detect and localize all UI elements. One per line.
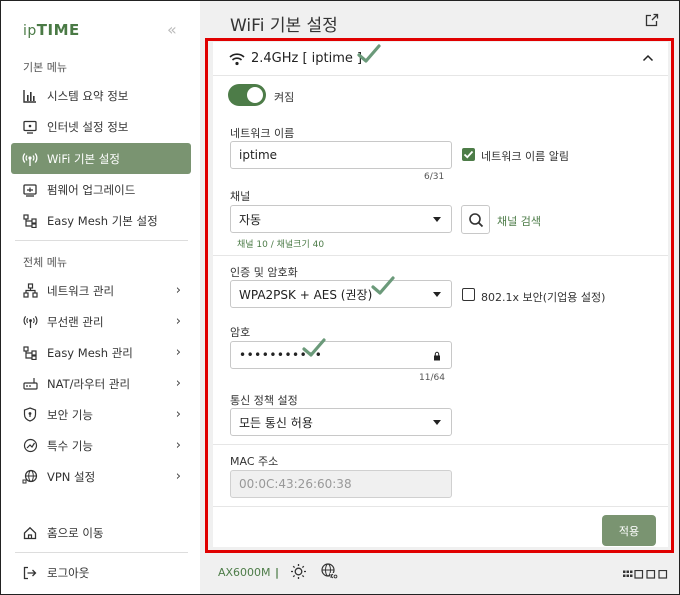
sidebar-item-label: NAT/라우터 관리 [47,376,131,391]
shield-icon [22,407,38,423]
sidebar-item-label: 홈으로 이동 [47,525,104,540]
sidebar: ipTIME « 기본 메뉴 시스템 요약 정보 인터넷 설정 정보 WiFi … [1,1,200,594]
sidebar-item-easymesh-basic[interactable]: Easy Mesh 기본 설정 [11,205,191,236]
chevron-right-icon: › [175,376,181,391]
sidebar-item-home[interactable]: 홈으로 이동 [11,517,191,548]
monitor-icon [22,119,38,135]
all-menu-label: 전체 메뉴 [23,256,67,269]
red-highlight-box [205,38,674,553]
collapse-sidebar-icon[interactable]: « [167,20,177,39]
sidebar-item-network[interactable]: 네트워크 관리 › [11,275,191,306]
sidebar-item-system-summary[interactable]: 시스템 요약 정보 [11,80,191,111]
sidebar-item-label: 무선랜 관리 [47,314,104,329]
firmware-icon [22,182,38,198]
chevron-right-icon: › [175,407,181,422]
sidebar-item-label: 보안 기능 [47,407,93,422]
sidebar-item-label: 시스템 요약 정보 [47,88,129,103]
sidebar-item-security[interactable]: 보안 기능 › [11,399,191,430]
chevron-right-icon: › [175,314,181,329]
sidebar-item-label: Easy Mesh 관리 [47,345,133,360]
special-icon [22,438,38,454]
main-content: WiFi 기본 설정 2.4GHz [ iptime ] 켜짐 네트워크 이름 … [200,1,679,594]
sidebar-item-wifi-basic[interactable]: WiFi 기본 설정 [11,143,191,174]
chevron-right-icon: › [175,469,181,484]
basic-menu-label: 기본 메뉴 [23,61,67,74]
bar-chart-icon [22,88,38,104]
home-icon [22,525,38,541]
footer-separator: | [275,566,280,579]
globe-network-icon [22,469,38,485]
chevron-right-icon: › [175,438,181,453]
sidebar-item-wireless[interactable]: 무선랜 관리 › [11,306,191,337]
sidebar-item-label: WiFi 기본 설정 [47,151,120,166]
page-title: WiFi 기본 설정 [230,16,338,36]
sidebar-item-label: 펌웨어 업그레이드 [47,182,136,197]
sidebar-item-label: Easy Mesh 기본 설정 [47,213,158,228]
sidebar-item-firmware[interactable]: 펌웨어 업그레이드 [11,174,191,205]
sidebar-item-easymesh[interactable]: Easy Mesh 관리 › [11,337,191,368]
wifi-broadcast-icon [22,151,38,167]
mesh-icon [22,213,38,229]
sidebar-item-label: 로그아웃 [47,565,90,580]
wireless-icon [22,314,38,330]
sidebar-item-logout[interactable]: 로그아웃 [11,557,191,588]
sidebar-item-internet-info[interactable]: 인터넷 설정 정보 [11,111,191,142]
sidebar-item-label: VPN 설정 [47,469,96,484]
sidebar-item-vpn[interactable]: VPN 설정 › [11,461,191,492]
chevron-right-icon: › [175,283,181,298]
iptime-logo: ipTIME [23,21,80,39]
brightness-icon[interactable] [290,563,307,583]
layout-grid-icon[interactable] [623,568,669,582]
chevron-right-icon: › [175,345,181,360]
export-icon[interactable] [645,13,659,30]
sidebar-divider [15,240,188,241]
sidebar-item-label: 특수 기능 [47,438,93,453]
sidebar-item-nat-router[interactable]: NAT/라우터 관리 › [11,368,191,399]
sidebar-item-special[interactable]: 특수 기능 › [11,430,191,461]
mesh-icon [22,345,38,361]
sidebar-item-label: 인터넷 설정 정보 [47,119,129,134]
logout-icon [22,565,38,581]
sidebar-divider [15,552,188,553]
language-globe-icon[interactable] [320,562,338,583]
network-icon [22,283,38,299]
sidebar-item-label: 네트워크 관리 [47,283,115,298]
model-name: AX6000M [218,566,271,579]
router-icon [22,376,38,392]
